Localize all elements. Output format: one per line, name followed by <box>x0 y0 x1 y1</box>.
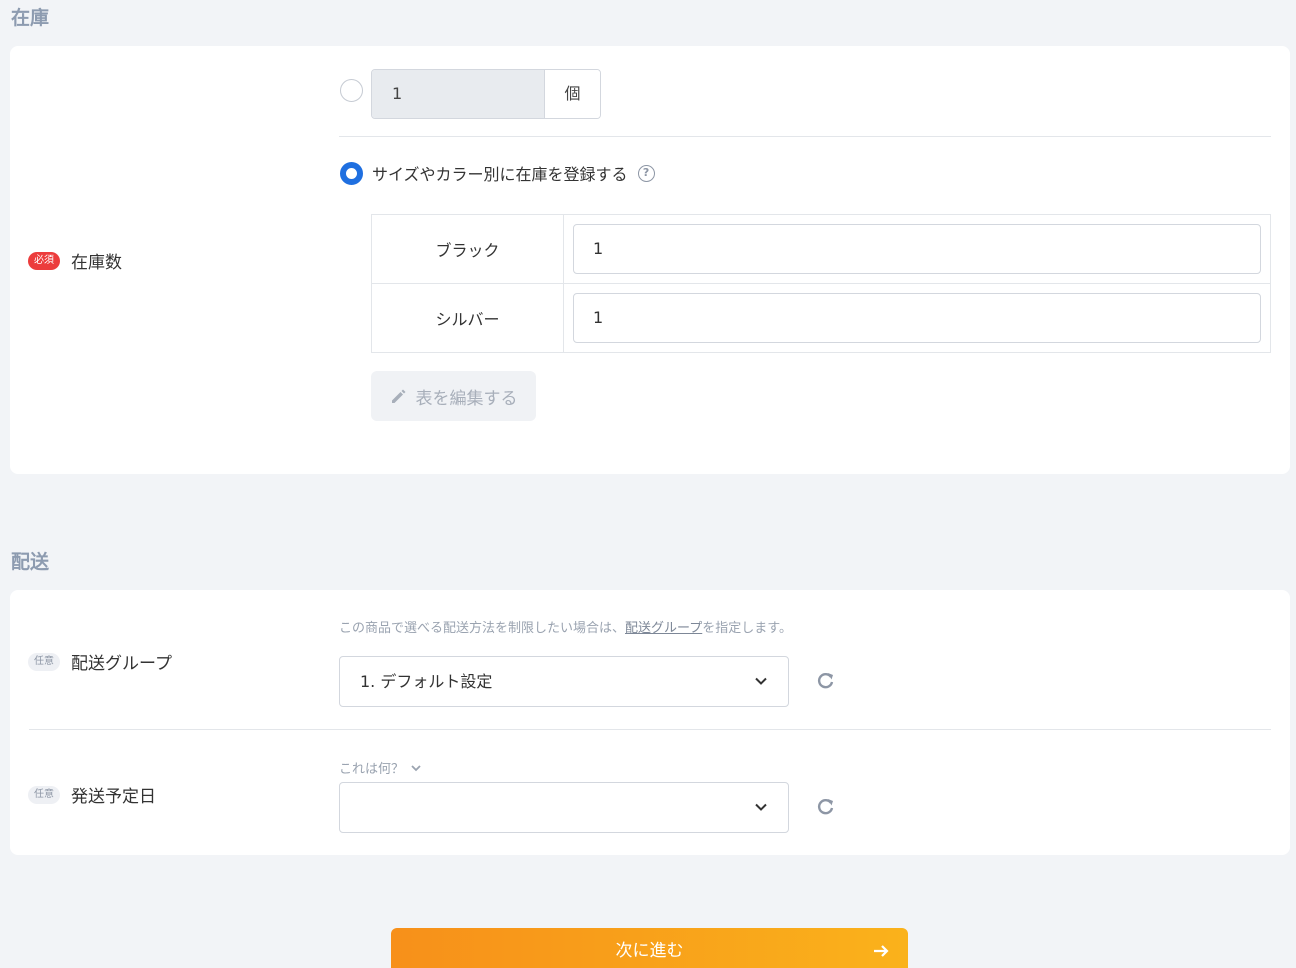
ship-date-select[interactable] <box>339 782 789 833</box>
simple-stock-quantity-field[interactable]: 1 個 <box>371 69 601 119</box>
question-circle-icon[interactable]: ? <box>637 164 655 182</box>
chevron-down-icon <box>755 677 767 685</box>
quantity-unit: 個 <box>544 70 600 118</box>
edit-table-label: 表を編集する <box>415 388 518 409</box>
variant-quantity-input[interactable]: 1 <box>573 224 1261 274</box>
shipping-divider <box>29 729 1271 730</box>
shipping-section-title: 配送 <box>11 551 50 573</box>
next-button[interactable]: 次に進む <box>391 928 908 968</box>
shipping-group-label: 任意 配送グループ <box>28 649 172 674</box>
shipping-group-label-text: 配送グループ <box>71 654 172 674</box>
shipping-card: 任意 配送グループ この商品で選べる配送方法を制限したい場合は、配送グループを指… <box>10 590 1290 855</box>
refresh-icon[interactable] <box>816 797 836 817</box>
shipping-group-selected: 1. デフォルト設定 <box>360 672 493 691</box>
optional-badge: 任意 <box>28 785 60 804</box>
chevron-down-icon <box>411 764 421 771</box>
table-row: シルバー 1 <box>371 283 1271 353</box>
edit-table-button[interactable]: 表を編集する <box>371 371 536 421</box>
arrow-right-icon <box>874 945 889 957</box>
ship-date-help-toggle[interactable]: これは何？ <box>339 758 422 777</box>
ship-date-label: 任意 発送予定日 <box>28 782 156 807</box>
chevron-down-icon <box>755 803 767 811</box>
variant-name: ブラック <box>371 214 564 284</box>
shipping-group-link[interactable]: 配送グループ <box>625 621 702 636</box>
variant-quantity-input[interactable]: 1 <box>573 293 1261 343</box>
table-row: ブラック 1 <box>371 214 1271 284</box>
stock-card: 必須 在庫数 1 個 サイズやカラー別に在庫を登録する ? ブラック 1 シルバ… <box>10 46 1290 474</box>
variant-stock-option: サイズやカラー別に在庫を登録する ? <box>372 161 655 185</box>
stock-quantity-label-text: 在庫数 <box>71 253 122 273</box>
stock-section-title: 在庫 <box>11 7 50 29</box>
simple-stock-radio[interactable] <box>340 79 363 102</box>
pencil-icon <box>391 389 405 403</box>
stock-option-divider <box>339 136 1271 137</box>
refresh-icon[interactable] <box>816 671 836 691</box>
optional-badge: 任意 <box>28 652 60 671</box>
variant-stock-table: ブラック 1 シルバー 1 <box>371 214 1271 353</box>
required-badge: 必須 <box>28 251 60 270</box>
ship-date-label-text: 発送予定日 <box>71 787 156 807</box>
shipping-group-hint: この商品で選べる配送方法を制限したい場合は、配送グループを指定します。 <box>339 621 792 636</box>
stock-quantity-label: 必須 在庫数 <box>28 248 122 273</box>
next-button-label: 次に進む <box>615 941 684 961</box>
variant-name: シルバー <box>371 283 564 353</box>
shipping-group-select[interactable]: 1. デフォルト設定 <box>339 656 789 707</box>
variant-stock-option-label: サイズやカラー別に在庫を登録する <box>372 165 628 184</box>
variant-stock-radio[interactable] <box>340 162 363 185</box>
simple-stock-quantity-input[interactable]: 1 <box>372 70 544 118</box>
